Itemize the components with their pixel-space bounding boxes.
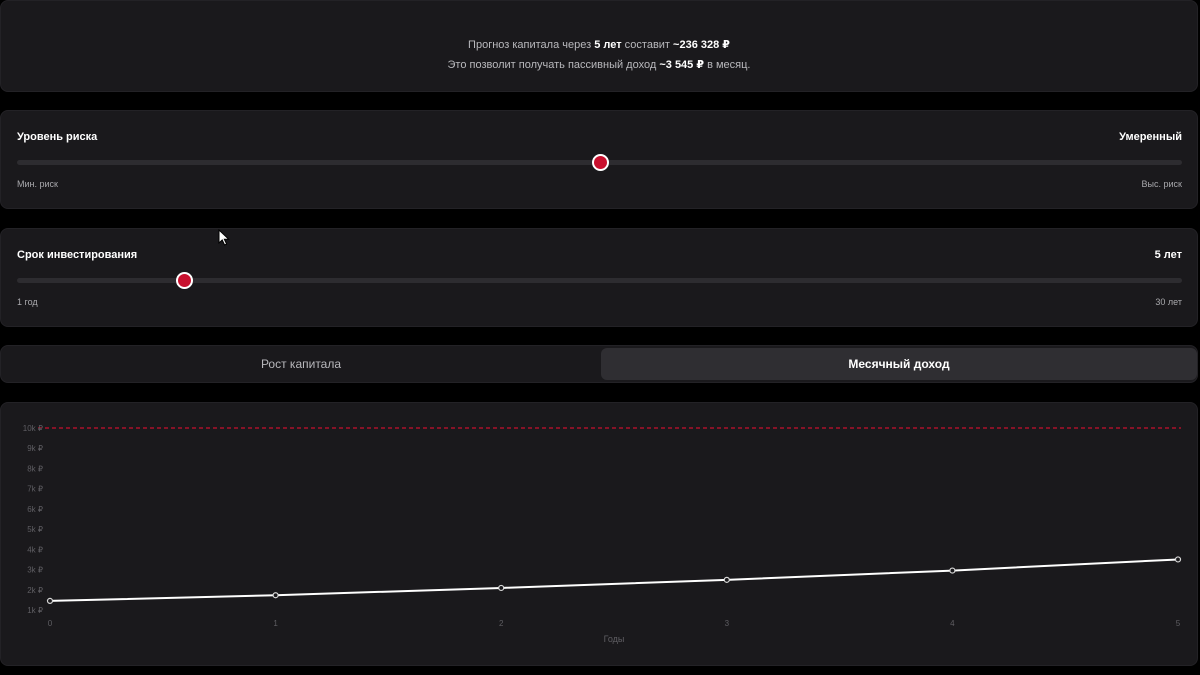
forecast-income-line: Это позволит получать пассивный доход ~3… (1, 58, 1197, 71)
x-tick-label: 3 (725, 619, 730, 628)
forecast-summary: Прогноз капитала через 5 лет составит ~2… (0, 0, 1198, 92)
y-tick-label: 9k ₽ (27, 444, 43, 453)
y-tick-label: 3k ₽ (27, 566, 43, 575)
investment-term-slider[interactable] (17, 272, 1182, 289)
tab-monthly-income[interactable]: Месячный доход (601, 348, 1197, 380)
risk-level-slider[interactable] (17, 154, 1182, 171)
income-data-point (1174, 556, 1182, 563)
term-min-label: 1 год (17, 297, 38, 307)
forecast-income-suffix: в месяц. (707, 59, 751, 71)
forecast-income-prefix: Это позволит получать пассивный доход (447, 59, 657, 71)
forecast-years: 5 лет (594, 39, 622, 51)
risk-level-value: Умеренный (1119, 131, 1182, 143)
y-tick-label: 10k ₽ (23, 424, 43, 433)
y-tick-label: 7k ₽ (27, 485, 43, 494)
y-tick-label: 4k ₽ (27, 545, 43, 554)
monthly-income-chart: 1k ₽ 2k ₽ 3k ₽ 4k ₽ 5k ₽ 6k ₽ 7k ₽ 8k ₽ 9k ₽ 10k … (0, 402, 1198, 666)
term-max-label: 30 лет (1155, 297, 1182, 307)
x-tick-label: 2 (499, 619, 504, 628)
y-tick-label: 8k ₽ (27, 464, 43, 473)
x-tick-label: 5 (1176, 619, 1181, 628)
risk-level-title: Уровень риска (17, 131, 98, 143)
risk-level-slider-thumb[interactable] (591, 154, 609, 171)
risk-max-label: Выс. риск (1141, 179, 1182, 189)
income-data-point (46, 597, 54, 604)
tab-capital-growth[interactable]: Рост капитала (3, 348, 599, 380)
investment-term-title: Срок инвестирования (17, 249, 138, 261)
y-tick-label: 2k ₽ (27, 586, 43, 595)
income-data-point (272, 592, 279, 599)
income-data-point (498, 584, 505, 592)
income-data-point (949, 567, 956, 574)
risk-level-card: Уровень риска Умеренный Мин. риск Выс. р… (0, 110, 1198, 209)
x-tick-label: 4 (950, 619, 955, 628)
chart-svg: 1k ₽ 2k ₽ 3k ₽ 4k ₽ 5k ₽ 6k ₽ 7k ₽ 8k ₽ 9k ₽ 10k … (23, 424, 1182, 644)
x-tick-label: 1 (273, 619, 278, 628)
x-tick-label: 0 (48, 619, 53, 628)
income-series-line (49, 558, 1179, 602)
forecast-capital-amount: ~236 328 ₽ (673, 39, 730, 51)
risk-min-label: Мин. риск (17, 179, 58, 189)
investment-term-card: Срок инвестирования 5 лет 1 год 30 лет (0, 228, 1198, 327)
y-tick-label: 6k ₽ (27, 505, 43, 514)
mouse-cursor-icon (218, 229, 230, 246)
y-tick-label: 5k ₽ (27, 525, 43, 534)
investment-term-value: 5 лет (1154, 249, 1182, 261)
forecast-capital-mid: составит (624, 39, 670, 51)
income-data-point (723, 576, 730, 583)
forecast-capital-line: Прогноз капитала через 5 лет составит ~2… (1, 38, 1197, 51)
chart-tabs: Рост капитала Месячный доход (0, 345, 1198, 383)
investment-term-slider-thumb[interactable] (175, 272, 193, 289)
y-tick-label: 1k ₽ (27, 606, 43, 615)
forecast-income-amount: ~3 545 ₽ (659, 59, 705, 71)
forecast-capital-prefix: Прогноз капитала через (468, 39, 592, 51)
x-axis-title: Годы (604, 634, 625, 644)
